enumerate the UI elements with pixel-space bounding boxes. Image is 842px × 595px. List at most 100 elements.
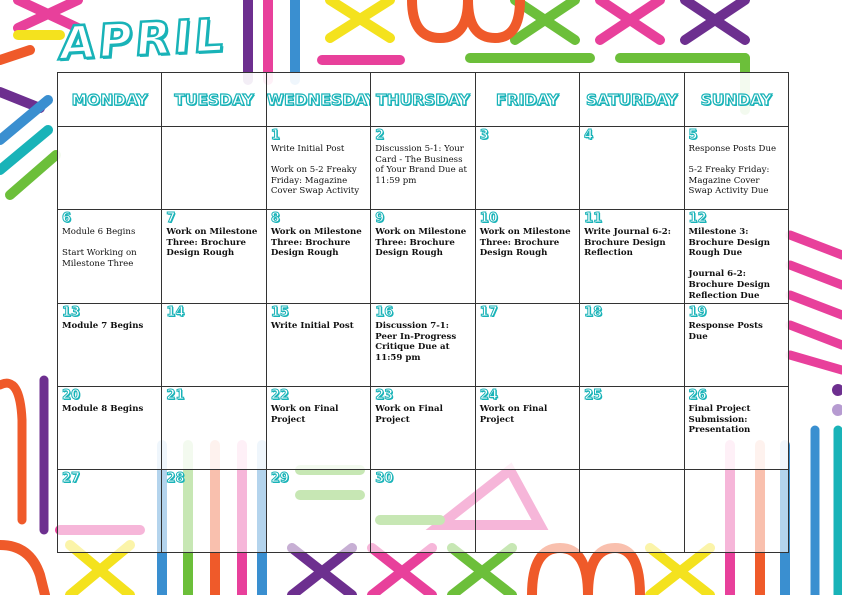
day-cell-sunday[interactable]: 5 Response Posts Due 5-2 Freaky Friday: M… <box>683 126 790 210</box>
background-pattern-left <box>0 375 49 535</box>
day-events: Module 6 Begins Start Working on Milesto… <box>62 227 137 269</box>
day-cell-saturday[interactable]: 18 <box>579 303 685 388</box>
calendar-week-row: 13 Module 7 Begins 14 15 Write Initial Post 1… <box>56 303 790 388</box>
day-cell-thursday[interactable]: 9 Work on Milestone Three: Brochure Desig… <box>370 208 476 305</box>
day-number: 12 <box>688 211 707 226</box>
day-number: 26 <box>688 388 707 404</box>
weekday-header-monday: MONDAY <box>56 72 163 127</box>
day-events: Final Project Submission: Presentation <box>688 404 751 436</box>
calendar-week-row: 20 Module 8 Begins 21 22 Work on Final Proje… <box>56 386 790 471</box>
day-cell-wednesday[interactable]: 15 Write Initial Post <box>265 303 372 388</box>
day-events: Module 8 Begins <box>62 404 144 415</box>
calendar-grid: MONDAY TUESDAY WEDNESDAY THURSDAY FRIDAY… <box>56 72 790 554</box>
weekday-header-row: MONDAY TUESDAY WEDNESDAY THURSDAY FRIDAY… <box>56 72 790 127</box>
day-number: 28 <box>166 471 185 487</box>
day-events: Work on Final Project <box>270 404 339 425</box>
day-number: 25 <box>584 388 603 404</box>
day-cell-wednesday[interactable]: 1 Write Initial Post Work on 5-2 Freaky F… <box>265 126 372 210</box>
day-cell-saturday[interactable]: 4 <box>579 126 685 210</box>
day-events: Work on Final Project <box>479 404 548 425</box>
day-cell-tuesday[interactable]: 7 Work on Milestone Three: Brochure Desig… <box>161 208 267 305</box>
day-cell-tuesday[interactable]: 14 <box>161 303 267 388</box>
day-events: Response Posts Due <box>688 321 763 342</box>
calendar-week-row: 1 Write Initial Post Work on 5-2 Freaky F… <box>56 126 790 210</box>
day-cell-thursday[interactable]: 2 Discussion 5-1: Your Card - The Busines… <box>370 126 476 210</box>
day-number: 17 <box>479 305 498 321</box>
day-cell-monday[interactable]: 20 Module 8 Begins <box>56 386 163 471</box>
calendar-week-row: 27 28 29 30 <box>56 469 790 554</box>
day-events: Module 7 Begins <box>62 321 144 332</box>
day-events: Work on Final Project <box>375 404 443 425</box>
background-pattern-right <box>785 230 842 595</box>
day-cell-sunday[interactable]: 26 Final Project Submission: Presentation <box>683 386 790 471</box>
day-cell-monday[interactable]: 13 Module 7 Begins <box>56 303 163 388</box>
day-number: 13 <box>61 305 81 321</box>
day-number: 16 <box>375 305 394 321</box>
day-events: Discussion 5-1: Your Card - The Business… <box>375 144 467 186</box>
day-cell-friday[interactable]: 3 <box>474 126 581 210</box>
day-cell-wednesday[interactable]: 8 Work on Milestone Three: Brochure Desig… <box>265 208 372 305</box>
day-number: 24 <box>479 388 498 404</box>
day-cell-sunday[interactable]: 12 Milestone 3: Brochure Design Rough Due… <box>683 208 790 305</box>
day-cell-monday[interactable]: 27 <box>56 469 163 554</box>
day-cell-friday[interactable]: 17 <box>474 303 581 388</box>
day-cell-friday[interactable] <box>474 469 581 554</box>
day-cell-saturday[interactable]: 11 Write Journal 6-2: Brochure Design Ref… <box>579 208 685 305</box>
day-number: 9 <box>375 211 385 226</box>
day-events: Write Initial Post Work on 5-2 Freaky Fr… <box>270 144 360 197</box>
day-number: 27 <box>61 471 81 487</box>
day-number: 3 <box>479 128 489 143</box>
day-number: 22 <box>270 388 289 404</box>
day-events: Milestone 3: Brochure Design Rough Due J… <box>688 227 771 301</box>
weekday-header-sunday: SUNDAY <box>683 72 790 127</box>
day-events: Work on Milestone Three: Brochure Design… <box>479 227 571 259</box>
weekday-header-saturday: SATURDAY <box>579 72 685 127</box>
day-cell-saturday[interactable]: 25 <box>579 386 685 471</box>
month-title: APRIL <box>56 6 230 71</box>
day-cell-thursday[interactable]: 23 Work on Final Project <box>370 386 476 471</box>
day-number: 23 <box>375 388 394 404</box>
calendar-week-row: 6 Module 6 Begins Start Working on Milest… <box>56 208 790 305</box>
day-number: 1 <box>270 128 280 143</box>
day-cell-wednesday[interactable]: 22 Work on Final Project <box>265 386 372 471</box>
day-number: 5 <box>688 128 698 143</box>
day-number: 18 <box>584 305 603 321</box>
day-cell-friday[interactable]: 10 Work on Milestone Three: Brochure Desi… <box>474 208 581 305</box>
day-events: Work on Milestone Three: Brochure Design… <box>270 227 362 259</box>
day-number: 4 <box>584 128 594 143</box>
day-events: Write Initial Post <box>270 321 354 332</box>
day-number: 7 <box>166 211 176 226</box>
day-cell-thursday[interactable]: 16 Discussion 7-1: Peer In-Progress Criti… <box>370 303 476 388</box>
day-cell-tuesday[interactable]: 28 <box>161 469 267 554</box>
day-number: 15 <box>270 305 289 321</box>
day-cell-friday[interactable]: 24 Work on Final Project <box>474 386 581 471</box>
day-events: Work on Milestone Three: Brochure Design… <box>166 227 258 259</box>
day-events: Response Posts Due 5-2 Freaky Friday: Ma… <box>688 144 777 197</box>
day-cell-monday[interactable]: 6 Module 6 Begins Start Working on Milest… <box>56 208 163 305</box>
day-cell-saturday[interactable] <box>579 469 685 554</box>
day-number: 2 <box>375 128 385 143</box>
day-number: 19 <box>688 305 707 321</box>
day-number: 11 <box>584 211 603 226</box>
day-events: Discussion 7-1: Peer In-Progress Critiqu… <box>375 321 457 363</box>
weekday-header-thursday: THURSDAY <box>370 72 476 127</box>
day-number: 10 <box>479 211 498 226</box>
day-number: 29 <box>270 471 289 487</box>
day-cell-sunday[interactable] <box>683 469 790 554</box>
day-cell-sunday[interactable]: 19 Response Posts Due <box>683 303 790 388</box>
day-number: 14 <box>166 305 185 321</box>
day-number: 8 <box>270 211 280 226</box>
day-cell-tuesday[interactable]: 21 <box>161 386 267 471</box>
weekday-header-wednesday: WEDNESDAY <box>265 72 372 127</box>
day-events: Work on Milestone Three: Brochure Design… <box>375 227 467 259</box>
day-number: 20 <box>61 388 81 404</box>
day-cell-monday[interactable] <box>56 126 163 210</box>
day-cell-wednesday[interactable]: 29 <box>265 469 372 554</box>
day-events: Write Journal 6-2: Brochure Design Refle… <box>584 227 671 259</box>
day-number: 30 <box>375 471 394 487</box>
day-number: 21 <box>166 388 185 404</box>
weekday-header-tuesday: TUESDAY <box>161 72 267 127</box>
day-cell-thursday[interactable]: 30 <box>370 469 476 554</box>
day-cell-tuesday[interactable] <box>161 126 267 210</box>
day-number: 6 <box>61 211 72 226</box>
